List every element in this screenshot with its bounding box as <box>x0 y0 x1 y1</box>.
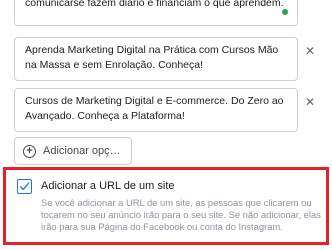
url-option-title: Adicionar a URL de um site <box>41 180 175 192</box>
add-option-label: Adicionar opç… <box>43 145 121 157</box>
plus-circle-icon: + <box>23 144 36 158</box>
status-dot <box>282 9 288 15</box>
close-icon[interactable]: ✕ <box>303 44 317 58</box>
text-option-card[interactable]: Cursos de Marketing Digital e E-commerce… <box>14 88 298 132</box>
url-option-description: Se você adicionar a URL de um site, as p… <box>41 197 321 232</box>
add-option-button[interactable]: + Adicionar opç… <box>14 137 132 165</box>
text-option-value: comunicarse fazem diário e financiam o q… <box>25 0 284 9</box>
url-checkbox[interactable] <box>17 179 32 194</box>
text-option-card[interactable]: Aprenda Marketing Digital na Prática com… <box>14 37 298 81</box>
text-option-value: Cursos de Marketing Digital e E-commerce… <box>25 95 284 122</box>
close-icon[interactable]: ✕ <box>303 95 317 109</box>
text-option-card[interactable]: comunicarse fazem diário e financiam o q… <box>14 0 298 26</box>
url-option-section: Adicionar a URL de um site Se você adici… <box>3 167 329 245</box>
text-option-value: Aprenda Marketing Digital na Prática com… <box>25 44 279 71</box>
checkmark-icon <box>19 182 30 191</box>
